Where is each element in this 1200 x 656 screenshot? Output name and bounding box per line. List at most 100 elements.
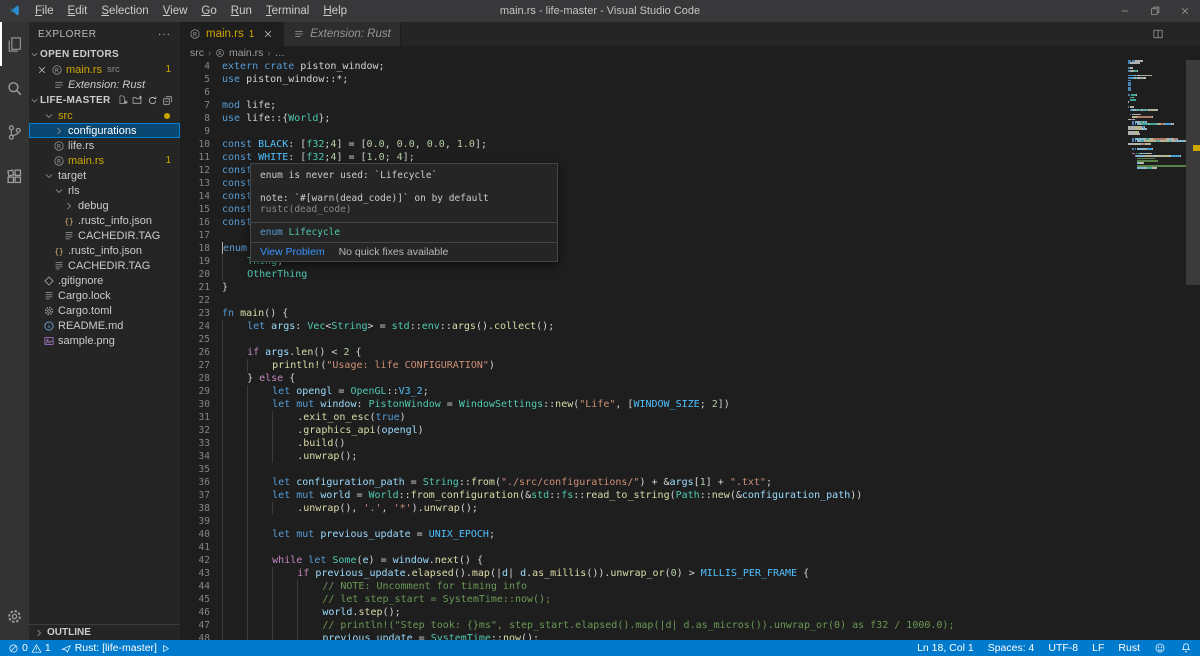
code-line-26[interactable]: 26if args.len() < 2 { [180, 346, 1186, 359]
code-line-7[interactable]: 7mod life; [180, 99, 1186, 112]
outline-section-header[interactable]: OUTLINE [29, 624, 180, 640]
close-tab-icon[interactable] [262, 28, 274, 40]
tab-extension-rust[interactable]: Extension: Rust [284, 22, 401, 46]
indentation-indicator[interactable]: Spaces: 4 [988, 642, 1035, 654]
code-line-6[interactable]: 6 [180, 86, 1186, 99]
code-line-31[interactable]: 31.exit_on_esc(true) [180, 411, 1186, 424]
tree-item-rls[interactable]: rls [29, 183, 180, 198]
tree-item--gitignore[interactable]: .gitignore [29, 273, 180, 288]
code-line-44[interactable]: 44// NOTE: Uncomment for timing info [180, 580, 1186, 593]
code-line-35[interactable]: 35 [180, 463, 1186, 476]
scrollbar[interactable] [1186, 60, 1200, 640]
code-line-5[interactable]: 5use piston_window::*; [180, 73, 1186, 86]
code-lines[interactable]: 4extern crate piston_window;5use piston_… [180, 60, 1186, 640]
sidebar-more-actions[interactable]: ··· [158, 29, 180, 40]
scrollbar-thumb[interactable] [1186, 60, 1200, 285]
code-line-4[interactable]: 4extern crate piston_window; [180, 60, 1186, 73]
code-line-30[interactable]: 30let mut window: PistonWindow = WindowS… [180, 398, 1186, 411]
tree-item-cachedir-tag[interactable]: CACHEDIR.TAG [29, 258, 180, 273]
close-editor-icon[interactable] [29, 64, 48, 76]
code-line-9[interactable]: 9 [180, 125, 1186, 138]
breadcrumb[interactable]: src › R main.rs › … [180, 46, 1200, 60]
code-line-10[interactable]: 10const BLACK: [f32;4] = [0.0, 0.0, 0.0,… [180, 138, 1186, 151]
feedback-icon[interactable] [1154, 642, 1166, 654]
menu-terminal[interactable]: Terminal [259, 0, 316, 22]
breadcrumb-src[interactable]: src [190, 47, 204, 59]
code-line-27[interactable]: 27println!("Usage: life CONFIGURATION") [180, 359, 1186, 372]
tree-item-readme-md[interactable]: README.md [29, 318, 180, 333]
code-line-42[interactable]: 42while let Some(e) = window.next() { [180, 554, 1186, 567]
tree-item-configurations[interactable]: configurations [29, 123, 180, 138]
breadcrumb-main-rs[interactable]: main.rs [229, 47, 263, 59]
new-folder-icon[interactable] [132, 95, 143, 106]
activitybar-explorer[interactable] [0, 22, 29, 66]
menu-view[interactable]: View [156, 0, 195, 22]
code-line-48[interactable]: 48previous_update = SystemTime::now(); [180, 632, 1186, 640]
tree-item-src[interactable]: src [29, 108, 180, 123]
activitybar-manage[interactable] [0, 594, 29, 638]
close-window-button[interactable] [1170, 0, 1200, 22]
code-line-20[interactable]: 20OtherThing [180, 268, 1186, 281]
code-line-40[interactable]: 40let mut previous_update = UNIX_EPOCH; [180, 528, 1186, 541]
more-actions-icon[interactable] [1176, 28, 1188, 40]
code-line-24[interactable]: 24let args: Vec<String> = std::env::args… [180, 320, 1186, 333]
collapse-all-icon[interactable] [162, 95, 173, 106]
code-line-45[interactable]: 45// let step_start = SystemTime::now(); [180, 593, 1186, 606]
language-mode[interactable]: Rust [1118, 642, 1140, 654]
tree-item-cargo-lock[interactable]: Cargo.lock [29, 288, 180, 303]
tree-item-target[interactable]: target [29, 168, 180, 183]
tree-item-cachedir-tag[interactable]: CACHEDIR.TAG [29, 228, 180, 243]
menu-selection[interactable]: Selection [94, 0, 155, 22]
open-editor-item[interactable]: Rmain.rssrc1 [29, 62, 180, 77]
cursor-position[interactable]: Ln 18, Col 1 [917, 642, 974, 654]
menu-help[interactable]: Help [316, 0, 354, 22]
code-line-37[interactable]: 37let mut world = World::from_configurat… [180, 489, 1186, 502]
activitybar-source-control[interactable] [0, 110, 29, 154]
encoding-indicator[interactable]: UTF-8 [1048, 642, 1078, 654]
tree-item--rustc-info-json[interactable]: {}.rustc_info.json [29, 213, 180, 228]
code-line-43[interactable]: 43if previous_update.elapsed().map(|d| d… [180, 567, 1186, 580]
open-editor-item[interactable]: Extension: Rust [29, 77, 180, 92]
folder-section-header[interactable]: LIFE-MASTER [29, 92, 180, 108]
minimize-button[interactable] [1110, 0, 1140, 22]
eol-indicator[interactable]: LF [1092, 642, 1104, 654]
code-line-28[interactable]: 28} else { [180, 372, 1186, 385]
tree-item-debug[interactable]: debug [29, 198, 180, 213]
tree-item--rustc-info-json[interactable]: {}.rustc_info.json [29, 243, 180, 258]
activitybar-search[interactable] [0, 66, 29, 110]
code-line-34[interactable]: 34.unwrap(); [180, 450, 1186, 463]
code-line-41[interactable]: 41 [180, 541, 1186, 554]
new-file-icon[interactable] [117, 95, 128, 106]
code-line-32[interactable]: 32.graphics_api(opengl) [180, 424, 1186, 437]
code-line-25[interactable]: 25 [180, 333, 1186, 346]
menu-go[interactable]: Go [194, 0, 223, 22]
code-line-36[interactable]: 36let configuration_path = String::from(… [180, 476, 1186, 489]
tab-main-rs[interactable]: R main.rs 1 [180, 22, 284, 46]
view-problem-link[interactable]: View Problem [260, 246, 325, 258]
open-editors-header[interactable]: OPEN EDITORS [29, 46, 180, 62]
menu-file[interactable]: File [28, 0, 61, 22]
refresh-icon[interactable] [147, 95, 158, 106]
split-editor-icon[interactable] [1152, 28, 1164, 40]
code-line-33[interactable]: 33.build() [180, 437, 1186, 450]
tree-item-sample-png[interactable]: sample.png [29, 333, 180, 348]
code-line-22[interactable]: 22 [180, 294, 1186, 307]
code-line-29[interactable]: 29let opengl = OpenGL::V3_2; [180, 385, 1186, 398]
menu-run[interactable]: Run [224, 0, 259, 22]
rust-status[interactable]: Rust: [life-master] [61, 642, 171, 654]
restore-button[interactable] [1140, 0, 1170, 22]
activitybar-extensions[interactable] [0, 154, 29, 198]
problems-indicator[interactable]: 0 1 [8, 642, 51, 654]
menu-edit[interactable]: Edit [61, 0, 95, 22]
code-line-38[interactable]: 38.unwrap(), '.', '*').unwrap(); [180, 502, 1186, 515]
code-line-8[interactable]: 8use life::{World}; [180, 112, 1186, 125]
code-line-23[interactable]: 23fn main() { [180, 307, 1186, 320]
code-line-21[interactable]: 21} [180, 281, 1186, 294]
notifications-icon[interactable] [1180, 642, 1192, 654]
code-line-39[interactable]: 39 [180, 515, 1186, 528]
minimap[interactable] [1128, 60, 1186, 640]
tree-item-life-rs[interactable]: Rlife.rs [29, 138, 180, 153]
breadcrumb-symbol[interactable]: … [274, 47, 285, 59]
code-line-47[interactable]: 47// println!("Step took: {}ms", step_st… [180, 619, 1186, 632]
code-line-46[interactable]: 46world.step(); [180, 606, 1186, 619]
